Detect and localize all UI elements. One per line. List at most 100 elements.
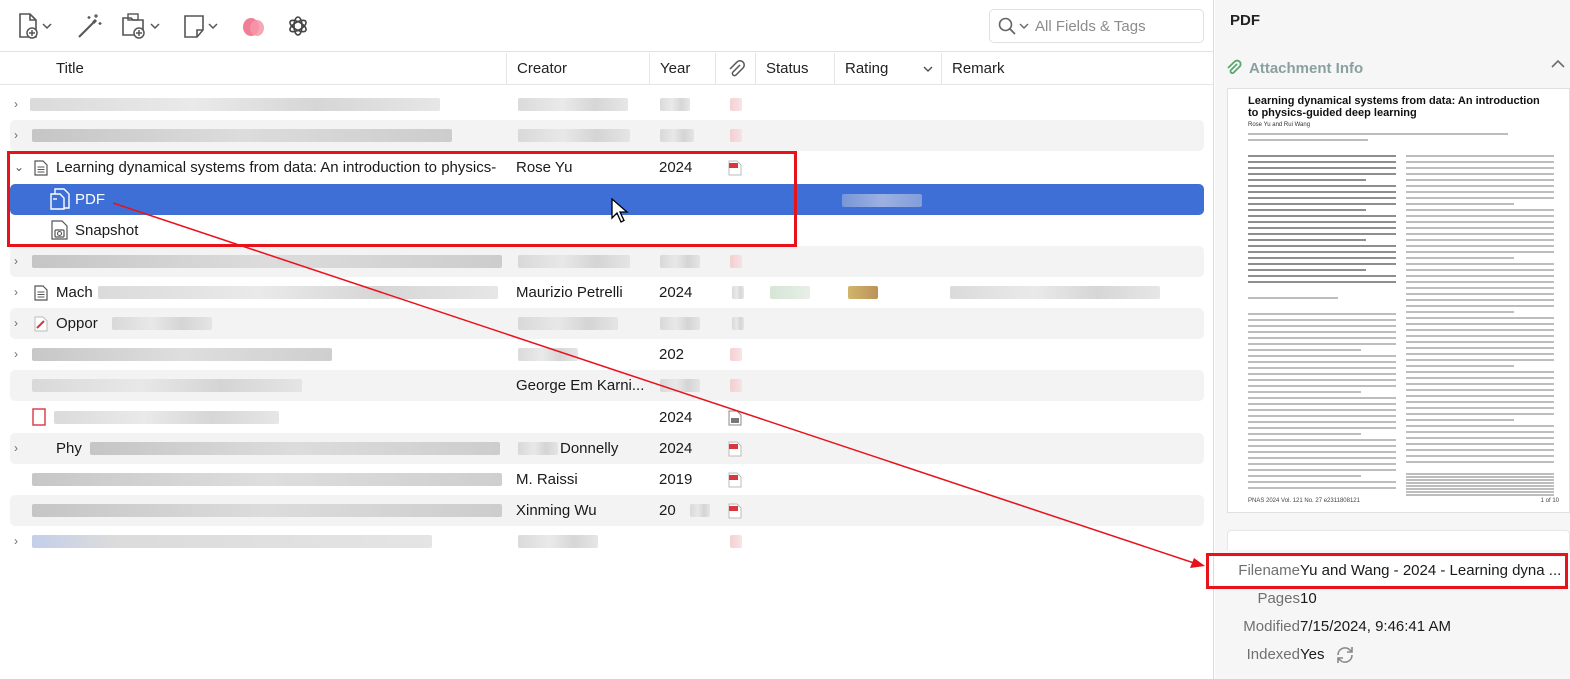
- document-icon: [34, 160, 48, 176]
- chevron-right-icon[interactable]: ›: [14, 89, 18, 120]
- row-year: 202: [659, 346, 685, 363]
- preview-page-number: 1 of 10: [1540, 498, 1559, 504]
- table-row[interactable]: ›: [10, 246, 1204, 277]
- table-row[interactable]: Xinming Wu 20: [10, 495, 1204, 526]
- note-icon: [184, 15, 204, 38]
- row-creator: Maurizio Petrelli: [516, 284, 623, 301]
- pages-row: Pages 10: [1215, 585, 1570, 613]
- modified-label: Modified: [1243, 618, 1300, 635]
- chevron-right-icon[interactable]: ›: [14, 339, 18, 370]
- pdf-icon[interactable]: [728, 160, 742, 176]
- table-row[interactable]: ›: [10, 89, 1204, 120]
- column-header: Title Creator Year Status Rating Remark: [0, 53, 1214, 85]
- attachment-info-header[interactable]: Attachment Info: [1225, 56, 1570, 80]
- filename-value[interactable]: Yu and Wang - 2024 - Learning dyna ...: [1300, 557, 1561, 585]
- chevron-right-icon[interactable]: ›: [14, 120, 18, 151]
- chevron-right-icon[interactable]: ›: [14, 308, 18, 339]
- search-placeholder: All Fields & Tags: [1035, 17, 1146, 35]
- pdf-preview[interactable]: Learning dynamical systems from data: An…: [1227, 88, 1570, 513]
- column-year[interactable]: Year: [649, 53, 715, 85]
- divider: [1227, 530, 1570, 550]
- reindex-icon[interactable]: [1334, 644, 1356, 666]
- table-row[interactable]: M. Raissi 2019: [10, 464, 1204, 495]
- attachment-add-icon: [122, 13, 145, 39]
- pdf-attachment-icon: [50, 188, 70, 210]
- table-row[interactable]: ›: [10, 526, 1204, 557]
- new-item-button[interactable]: [16, 10, 52, 42]
- filename-row[interactable]: Filename Yu and Wang - 2024 - Learning d…: [1215, 557, 1570, 585]
- row-year: 2024: [659, 409, 693, 426]
- table-row[interactable]: 2024: [10, 402, 1204, 433]
- preview-authors: Rose Yu and Rui Wang: [1248, 122, 1311, 128]
- pdf-icon[interactable]: [728, 503, 742, 519]
- column-rating[interactable]: Rating: [834, 53, 941, 85]
- chevron-right-icon[interactable]: ›: [14, 246, 18, 277]
- row-title: Snapshot: [75, 222, 139, 239]
- toolbar: All Fields & Tags: [0, 0, 1214, 52]
- indexed-label: Indexed: [1246, 646, 1300, 663]
- row-year: 20: [659, 502, 676, 519]
- paperclip-icon: [1227, 59, 1242, 74]
- chevron-down-icon: [150, 23, 160, 30]
- add-by-identifier-button[interactable]: [76, 10, 102, 42]
- table-row-selected[interactable]: PDF: [10, 184, 1204, 215]
- table-row[interactable]: › Oppor: [10, 308, 1204, 339]
- new-attachment-button[interactable]: [120, 10, 160, 42]
- table-row[interactable]: › 202: [10, 339, 1204, 370]
- column-title[interactable]: Title: [0, 53, 506, 85]
- document-icon: [34, 285, 48, 301]
- table-row[interactable]: › Mach Maurizio Petrelli 2024: [10, 277, 1204, 308]
- chevron-right-icon[interactable]: ›: [14, 277, 18, 308]
- new-note-button[interactable]: [182, 10, 218, 42]
- chevron-down-icon[interactable]: ⌄: [14, 152, 24, 183]
- openai-icon: [289, 16, 307, 36]
- row-year: 2019: [659, 471, 693, 488]
- plugin-pink-button[interactable]: [240, 10, 268, 42]
- row-year: 2024: [659, 440, 693, 457]
- mouse-cursor-icon: [611, 198, 629, 223]
- chevron-right-icon[interactable]: ›: [14, 526, 18, 557]
- chevron-down-icon: [923, 66, 933, 73]
- row-title: Phy: [56, 440, 82, 457]
- column-remark[interactable]: Remark: [941, 53, 1214, 85]
- column-creator[interactable]: Creator: [506, 53, 649, 85]
- snapshot-icon[interactable]: [728, 410, 742, 426]
- indexed-row: Indexed Yes: [1215, 641, 1570, 669]
- indexed-value: Yes: [1300, 646, 1325, 663]
- journal-article-icon: [34, 316, 48, 332]
- table-row[interactable]: Snapshot: [10, 215, 1204, 246]
- preview-paper-title: Learning dynamical systems from data: An…: [1248, 95, 1540, 119]
- chatgpt-button[interactable]: [285, 10, 311, 42]
- new-item-icon: [19, 13, 38, 39]
- row-year: 2024: [659, 284, 693, 301]
- row-year: 2024: [659, 159, 693, 176]
- chevron-up-icon[interactable]: [1550, 58, 1566, 70]
- row-creator: George Em Karni...: [516, 377, 645, 394]
- row-creator: Xinming Wu: [516, 502, 597, 519]
- chevron-right-icon[interactable]: ›: [14, 433, 18, 464]
- row-title: Learning dynamical systems from data: An…: [56, 159, 497, 176]
- search-box[interactable]: All Fields & Tags: [989, 9, 1204, 43]
- snapshot-icon: [51, 220, 68, 240]
- filename-label: Filename: [1238, 562, 1300, 579]
- pdf-icon[interactable]: [728, 472, 742, 488]
- column-status[interactable]: Status: [755, 53, 834, 85]
- book-icon: [32, 408, 46, 426]
- preview-footer: PNAS 2024 Vol. 121 No. 27 e2311808121: [1248, 498, 1360, 504]
- row-title: Mach: [56, 284, 93, 301]
- table-row[interactable]: ⌄ Learning dynamical systems from data: …: [10, 152, 1204, 183]
- pane-title: PDF: [1230, 12, 1260, 29]
- table-row[interactable]: ›: [10, 120, 1204, 151]
- column-attachments[interactable]: [715, 53, 755, 85]
- row-creator: Donnelly: [560, 440, 619, 457]
- table-row[interactable]: › Phy Donnelly 2024: [10, 433, 1204, 464]
- pink-blob-icon: [243, 18, 264, 36]
- modified-value: 7/15/2024, 9:46:41 AM: [1300, 618, 1451, 635]
- paperclip-icon: [729, 60, 745, 77]
- chevron-down-icon: [42, 23, 52, 30]
- pages-value: 10: [1300, 590, 1317, 607]
- chevron-down-icon: [1019, 23, 1029, 29]
- table-row[interactable]: George Em Karni...: [10, 370, 1204, 401]
- pdf-icon[interactable]: [728, 441, 742, 457]
- magic-wand-icon: [78, 14, 102, 38]
